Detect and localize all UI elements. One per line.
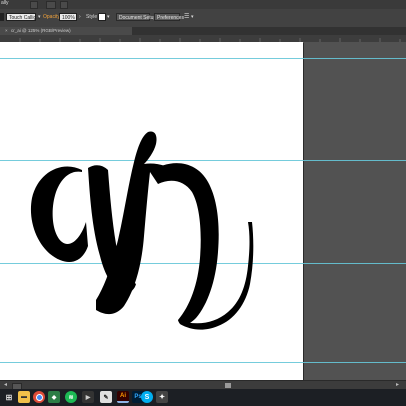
scroll-left-icon[interactable]: ◂ — [4, 381, 7, 388]
chrome-center-icon — [35, 393, 43, 401]
windows-icon[interactable]: ⊞ — [3, 391, 15, 403]
scroll-right-icon[interactable]: ▸ — [396, 381, 399, 388]
letter-r — [96, 131, 254, 330]
scroll-thumb[interactable] — [225, 383, 231, 388]
spotify-icon[interactable]: ≋ — [65, 391, 77, 403]
file-explorer-icon[interactable]: ▬ — [18, 391, 30, 403]
taskbar: ⊞ ▬ ◆ ≋ ▶ ✎ Ai Ps S ✦ — [0, 389, 406, 406]
skype-icon[interactable]: S — [141, 391, 153, 403]
store-icon[interactable]: ◆ — [48, 391, 60, 403]
media-icon[interactable]: ▶ — [82, 391, 94, 403]
illustrator-icon[interactable]: Ai — [117, 391, 129, 403]
browser-icon[interactable]: ✦ — [156, 391, 168, 403]
chrome-icon[interactable] — [33, 391, 45, 403]
lettering-artwork[interactable] — [0, 0, 406, 406]
app-icon[interactable]: ✎ — [100, 391, 112, 403]
